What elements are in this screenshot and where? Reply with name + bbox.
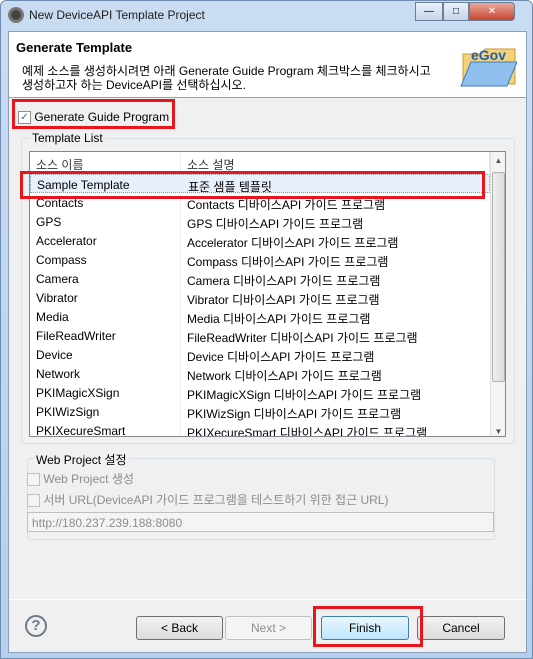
source-description: Vibrator 디바이스API 가이드 프로그램: [187, 293, 380, 307]
close-button[interactable]: ✕: [469, 2, 515, 21]
source-description: PKIMagicXSign 디바이스API 가이드 프로그램: [187, 388, 422, 402]
scroll-down-icon[interactable]: ▼: [491, 427, 505, 436]
checkbox-unchecked-icon[interactable]: [27, 494, 40, 508]
source-name: Compass: [36, 253, 87, 267]
server-url-label: 서버 URL(DeviceAPI 가이드 프로그램을 테스트하기 위한 접근 U…: [43, 493, 389, 507]
maximize-button[interactable]: □: [443, 2, 469, 21]
next-button[interactable]: Next >: [225, 616, 312, 640]
source-name: Vibrator: [36, 291, 78, 305]
dialog-window: New DeviceAPI Template Project — □ ✕ Gen…: [0, 0, 533, 659]
wizard-header: Generate Template 예제 소스를 생성하시려면 아래 Gener…: [9, 32, 526, 98]
table-row[interactable]: PKIWizSign PKIWizSign 디바이스API 가이드 프로그램: [30, 402, 490, 421]
source-description: Media 디바이스API 가이드 프로그램: [187, 312, 371, 326]
table-row[interactable]: Media Media 디바이스API 가이드 프로그램: [30, 307, 490, 326]
table-row[interactable]: Vibrator Vibrator 디바이스API 가이드 프로그램: [30, 288, 490, 307]
app-icon: [8, 7, 24, 23]
source-description: FileReadWriter 디바이스API 가이드 프로그램: [187, 331, 418, 345]
source-description: PKIXecureSmart 디바이스API 가이드 프로그램: [187, 426, 428, 437]
table-row[interactable]: Accelerator Accelerator 디바이스API 가이드 프로그램: [30, 231, 490, 250]
page-title: Generate Template: [16, 40, 133, 55]
source-name: GPS: [36, 215, 62, 229]
svg-text:eGov: eGov: [471, 47, 506, 63]
source-description: Accelerator 디바이스API 가이드 프로그램: [187, 236, 399, 250]
source-name: PKIMagicXSign: [36, 386, 120, 400]
column-header-name[interactable]: 소스 이름: [30, 152, 181, 172]
table-row[interactable]: Camera Camera 디바이스API 가이드 프로그램: [30, 269, 490, 288]
help-icon[interactable]: ?: [25, 615, 47, 637]
dialog-body: Generate Template 예제 소스를 생성하시려면 아래 Gener…: [8, 31, 527, 653]
table-row[interactable]: PKIMagicXSign PKIMagicXSign 디바이스API 가이드 프…: [30, 383, 490, 402]
source-name: Accelerator: [36, 234, 97, 248]
server-url-input[interactable]: http://180.237.239.188:8080: [27, 512, 494, 532]
source-description: Compass 디바이스API 가이드 프로그램: [187, 255, 389, 269]
web-project-create-checkbox[interactable]: Web Project 생성: [27, 470, 134, 487]
template-list-label: Template List: [30, 131, 105, 145]
source-description: Camera 디바이스API 가이드 프로그램: [187, 274, 381, 288]
column-header-description[interactable]: 소스 설명: [181, 152, 490, 172]
table-row[interactable]: Compass Compass 디바이스API 가이드 프로그램: [30, 250, 490, 269]
divider: [9, 599, 526, 600]
source-name: Network: [36, 367, 81, 381]
table-row[interactable]: PKIXecureSmart PKIXecureSmart 디바이스API 가이드…: [30, 421, 490, 437]
cancel-button[interactable]: Cancel: [417, 616, 505, 640]
source-name: PKIXecureSmart: [36, 424, 126, 437]
server-url-checkbox[interactable]: 서버 URL(DeviceAPI 가이드 프로그램을 테스트하기 위한 접근 U…: [27, 491, 388, 508]
highlight-box: [313, 606, 423, 647]
web-project-label: Web Project 설정: [34, 451, 129, 468]
table-row[interactable]: GPS GPS 디바이스API 가이드 프로그램: [30, 212, 490, 231]
checkbox-unchecked-icon[interactable]: [27, 473, 40, 487]
source-name: PKIWizSign: [36, 405, 100, 419]
window-title: New DeviceAPI Template Project: [29, 8, 205, 22]
table-row[interactable]: FileReadWriter FileReadWriter 디바이스API 가이드…: [30, 326, 490, 345]
highlight-box: [20, 171, 485, 199]
minimize-button[interactable]: —: [415, 2, 443, 21]
source-description: GPS 디바이스API 가이드 프로그램: [187, 217, 364, 231]
vertical-scrollbar[interactable]: ▲ ▼: [490, 152, 505, 436]
source-name: Device: [36, 348, 73, 362]
back-button[interactable]: < Back: [136, 616, 223, 640]
source-name: Media: [36, 310, 69, 324]
source-description: PKIWizSign 디바이스API 가이드 프로그램: [187, 407, 402, 421]
table-row[interactable]: Device Device 디바이스API 가이드 프로그램: [30, 345, 490, 364]
web-project-create-label: Web Project 생성: [43, 472, 134, 486]
source-name: Camera: [36, 272, 79, 286]
scroll-up-icon[interactable]: ▲: [491, 156, 505, 165]
source-name: FileReadWriter: [36, 329, 116, 343]
source-description: Network 디바이스API 가이드 프로그램: [187, 369, 382, 383]
page-description: 예제 소스를 생성하시려면 아래 Generate Guide Program …: [22, 64, 431, 92]
egov-folder-logo: eGov: [460, 47, 517, 87]
source-description: Device 디바이스API 가이드 프로그램: [187, 350, 375, 364]
highlight-box: [12, 99, 175, 129]
scrollbar-thumb[interactable]: [492, 172, 505, 382]
table-row[interactable]: Network Network 디바이스API 가이드 프로그램: [30, 364, 490, 383]
